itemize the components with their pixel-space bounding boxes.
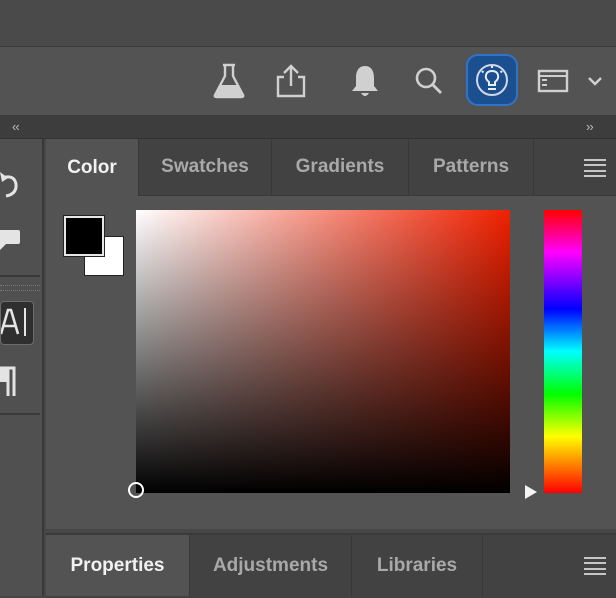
type-tool-button[interactable]	[0, 301, 34, 345]
workspace-icon[interactable]	[534, 60, 572, 102]
tab-properties[interactable]: Properties	[46, 535, 190, 596]
tool-divider	[0, 275, 40, 277]
title-bar	[0, 0, 616, 47]
bell-icon[interactable]	[346, 60, 384, 102]
tools-strip	[0, 139, 44, 596]
panel-collapse-strip: ‹‹ ››	[0, 116, 616, 139]
hue-slider[interactable]	[544, 210, 582, 493]
panel-menu-icon[interactable]	[584, 557, 606, 575]
chevron-down-icon[interactable]	[580, 60, 610, 102]
tool-divider	[0, 413, 40, 415]
panel-menu-icon[interactable]	[584, 159, 606, 177]
tab-adjustments[interactable]: Adjustments	[190, 535, 352, 596]
color-picker-handle[interactable]	[128, 482, 144, 498]
color-panel: Color Swatches Gradients Patterns	[46, 139, 616, 529]
properties-panel: Properties Adjustments Libraries	[46, 533, 616, 598]
tab-color[interactable]: Color	[46, 139, 139, 196]
foreground-color-swatch[interactable]	[64, 216, 104, 256]
flask-icon[interactable]	[210, 60, 248, 102]
collapse-right-button[interactable]: ››	[586, 119, 594, 134]
discover-button[interactable]	[466, 54, 518, 106]
collapse-left-button[interactable]: ‹‹	[12, 119, 20, 134]
comment-tool-icon[interactable]	[0, 219, 40, 259]
paragraph-tool-icon[interactable]	[0, 361, 40, 401]
color-panel-tabbar: Color Swatches Gradients Patterns	[46, 139, 616, 196]
search-icon[interactable]	[410, 60, 448, 102]
tab-libraries[interactable]: Libraries	[352, 535, 483, 596]
tab-patterns[interactable]: Patterns	[409, 139, 534, 195]
tab-gradients[interactable]: Gradients	[272, 139, 409, 195]
tool-grip	[0, 285, 40, 291]
share-icon[interactable]	[272, 60, 310, 102]
color-field[interactable]	[136, 210, 510, 493]
rotate-view-tool-icon[interactable]	[0, 163, 40, 203]
tab-swatches[interactable]: Swatches	[139, 139, 272, 195]
lightbulb-icon	[474, 62, 510, 98]
hue-slider-marker[interactable]	[525, 485, 537, 499]
